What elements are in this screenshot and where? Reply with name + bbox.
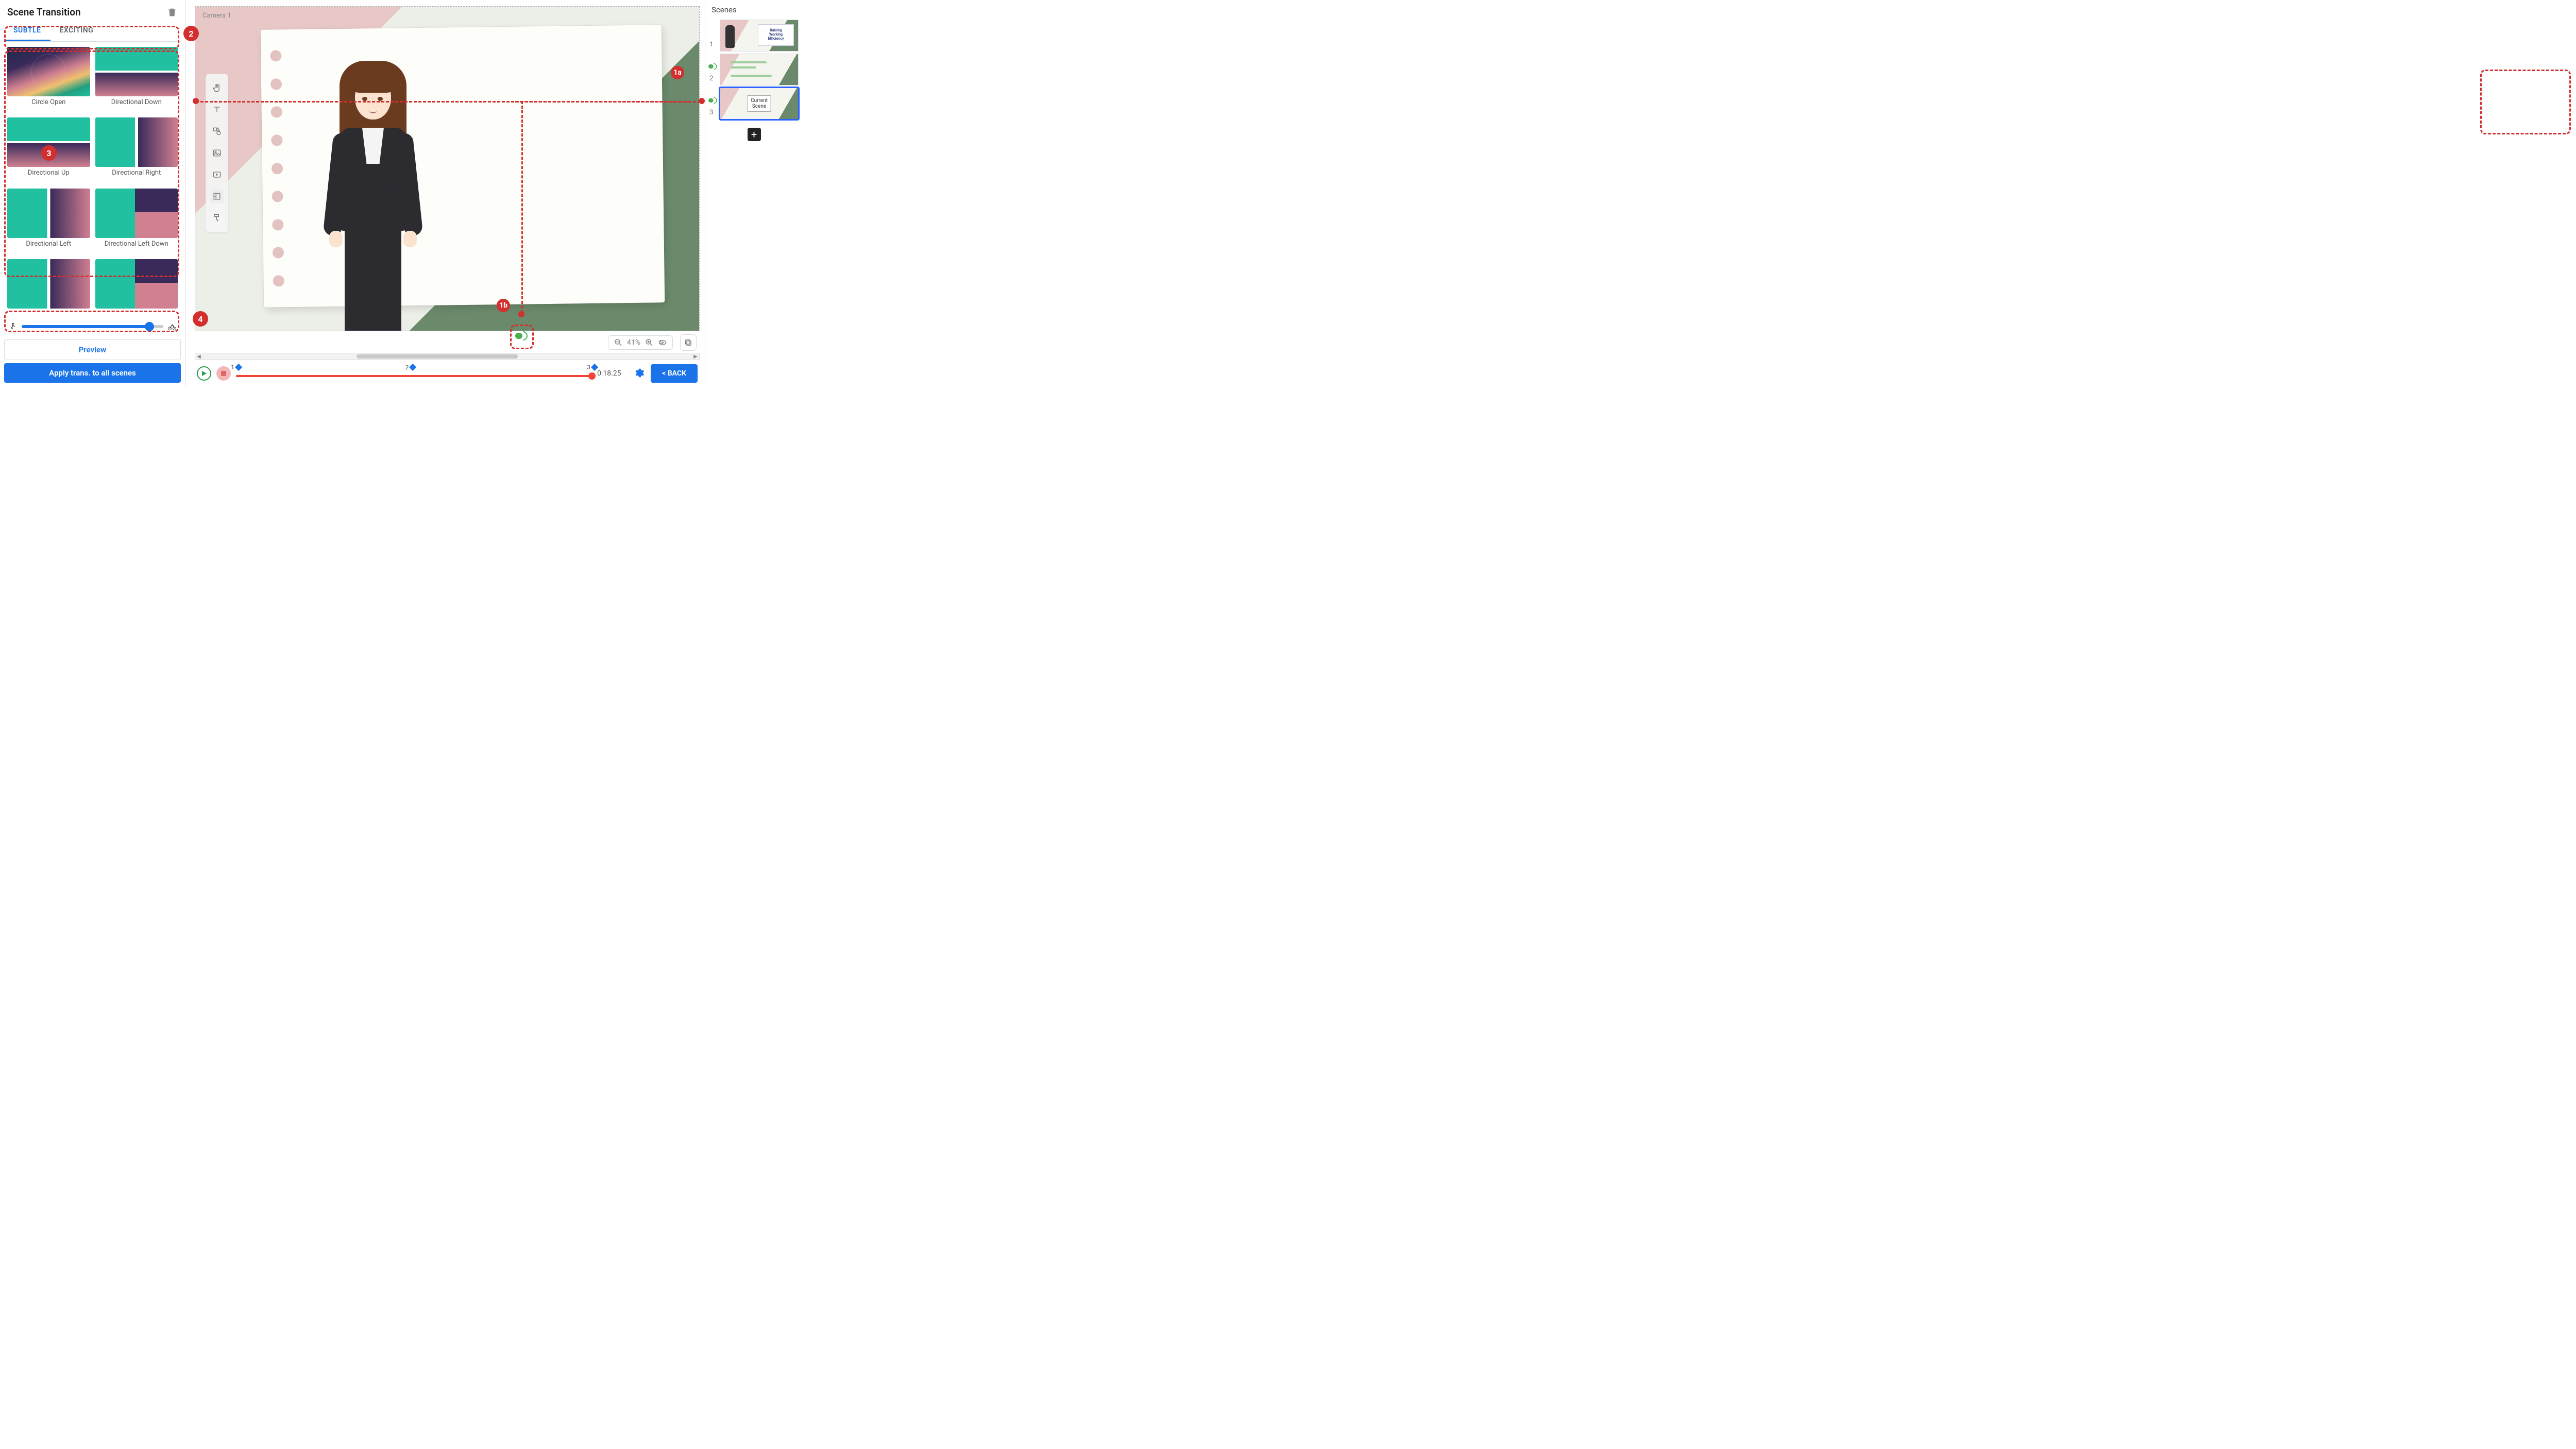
transition-label: Directional Right	[112, 169, 161, 177]
character-avatar[interactable]	[309, 45, 437, 331]
transition-thumb	[95, 259, 178, 309]
transition-item[interactable]: Directional Up	[7, 117, 90, 185]
add-scene-button[interactable]: +	[748, 128, 761, 141]
bike-icon	[167, 322, 177, 331]
shapes-tool-icon[interactable]	[210, 124, 224, 139]
trash-icon[interactable]	[166, 7, 178, 18]
paint-tool-icon[interactable]	[210, 211, 224, 225]
scenes-panel: Scenes 1 Raising Working Efficiency 2 3	[705, 0, 803, 387]
image-tool-icon[interactable]	[210, 146, 224, 160]
stop-button[interactable]	[216, 366, 231, 381]
transition-thumb	[95, 117, 178, 167]
timeline-row: 1 2 3 0:18.25 < BACK	[195, 360, 700, 384]
text-tool-icon[interactable]	[210, 103, 224, 117]
speed-slider[interactable]	[22, 325, 163, 328]
marker-number: 3	[587, 364, 590, 371]
walk-icon	[8, 322, 18, 331]
transition-item[interactable]	[95, 259, 178, 317]
transition-item[interactable]: Directional Left Down	[95, 189, 178, 256]
transition-label: Directional Down	[111, 98, 162, 106]
zoom-value: 41%	[627, 338, 640, 347]
canvas-footer: 41%	[195, 331, 700, 353]
transition-item[interactable]	[7, 259, 90, 317]
settings-gear-icon[interactable]	[633, 367, 646, 380]
visibility-options-icon[interactable]	[658, 338, 667, 347]
marker-number: 2	[405, 364, 409, 371]
transition-tabs: SUBTLE EXCITING	[4, 22, 181, 42]
transition-thumb	[95, 47, 178, 96]
speed-slider-handle[interactable]	[145, 322, 154, 331]
annotation-box-1a	[2480, 70, 2571, 134]
scene-thumb[interactable]: Raising Working Efficiency	[720, 20, 799, 52]
transition-label: Directional Left Down	[105, 240, 168, 248]
tab-subtle[interactable]: SUBTLE	[4, 22, 50, 41]
scenes-title: Scenes	[709, 4, 799, 18]
scroll-right-icon[interactable]: ▶	[692, 353, 699, 360]
zoom-in-icon[interactable]	[645, 338, 654, 347]
play-button[interactable]	[197, 366, 211, 381]
transition-item[interactable]: Directional Left	[7, 189, 90, 256]
transition-label: Circle Open	[31, 98, 65, 106]
camera-label: Camera 1	[202, 12, 231, 20]
hand-tool-icon[interactable]	[210, 81, 224, 95]
marker-number: 1	[231, 364, 234, 371]
keyframe-icon[interactable]	[235, 364, 242, 371]
current-scene-label: Current Scene	[747, 95, 771, 112]
playhead[interactable]	[588, 372, 596, 380]
transition-item[interactable]: Circle Open	[7, 47, 90, 114]
layout-tool-icon[interactable]	[210, 189, 224, 203]
transition-indicator-icon[interactable]	[708, 63, 718, 70]
scene-number: 3	[709, 109, 717, 120]
canvas-h-scrollbar[interactable]: ◀ ▶	[195, 353, 700, 360]
scene-number: 1	[709, 41, 717, 52]
transition-thumb	[7, 189, 90, 238]
tab-exciting[interactable]: EXCITING	[50, 22, 103, 41]
scene-thumb[interactable]	[720, 54, 799, 86]
timeline[interactable]: 1 2 3	[236, 366, 592, 381]
transition-thumb	[7, 117, 90, 167]
transition-thumb	[7, 47, 90, 96]
transition-item[interactable]: Directional Right	[95, 117, 178, 185]
transition-thumb	[7, 259, 90, 309]
panel-title: Scene Transition	[7, 6, 81, 18]
scene-number: 2	[709, 75, 717, 86]
zoom-controls: 41%	[608, 335, 673, 350]
transition-grid: Circle Open Directional Down Directional…	[4, 42, 181, 319]
keyframe-icon[interactable]	[409, 364, 416, 371]
copy-scene-icon[interactable]	[680, 334, 697, 351]
canvas-toolbar	[206, 74, 228, 232]
time-display: 0:18.25	[597, 369, 628, 378]
apply-all-button[interactable]: Apply trans. to all scenes	[4, 363, 181, 383]
scene-thumb[interactable]: Current Scene	[720, 88, 799, 120]
transition-panel: Scene Transition SUBTLE EXCITING Circle …	[0, 0, 185, 387]
editor-center: 2 4 Camera 1	[185, 0, 705, 387]
scroll-thumb[interactable]	[357, 354, 518, 359]
zoom-out-icon[interactable]	[614, 338, 623, 347]
preview-button[interactable]: Preview	[4, 339, 181, 360]
transition-indicator-icon[interactable]	[515, 331, 529, 343]
transition-thumb	[95, 189, 178, 238]
transition-item[interactable]: Directional Down	[95, 47, 178, 114]
back-button[interactable]: < BACK	[651, 364, 698, 383]
speed-slider-row	[4, 319, 181, 336]
canvas[interactable]: Camera 1	[195, 6, 700, 331]
transition-label: Directional Left	[26, 240, 71, 248]
transition-indicator-icon[interactable]	[708, 97, 718, 104]
video-tool-icon[interactable]	[210, 167, 224, 182]
keyframe-icon[interactable]	[591, 364, 598, 371]
transition-label: Directional Up	[28, 169, 70, 177]
scroll-left-icon[interactable]: ◀	[195, 353, 202, 360]
